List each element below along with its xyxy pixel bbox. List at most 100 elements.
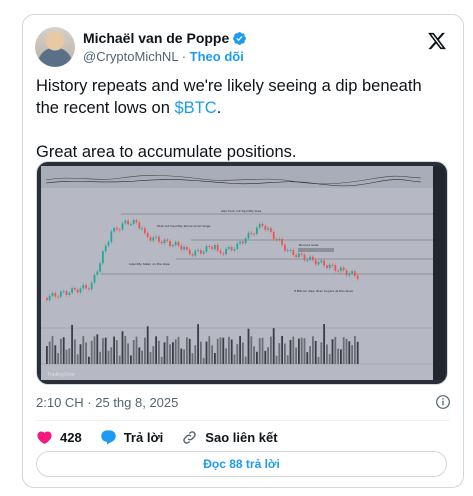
candle <box>51 293 54 296</box>
reply-icon <box>100 429 116 444</box>
volume-bar <box>247 328 250 364</box>
volume-bar <box>211 345 213 364</box>
candle <box>309 256 311 260</box>
candle <box>340 267 342 271</box>
volume-bar <box>250 336 253 364</box>
reply-button[interactable]: Trả lời <box>100 429 163 446</box>
volume-bar <box>132 340 135 364</box>
divider <box>36 420 450 421</box>
candle <box>186 246 188 250</box>
volume-bar <box>46 346 48 364</box>
candle <box>281 239 283 245</box>
info-icon[interactable] <box>435 394 451 410</box>
volume-bar <box>194 345 197 364</box>
volume-bar <box>121 331 124 364</box>
volume-bar <box>62 337 65 364</box>
candle <box>205 246 208 252</box>
candle <box>239 241 241 244</box>
candle <box>211 246 213 250</box>
candle <box>46 298 48 301</box>
post-paragraph-2: Great area to accumulate positions. <box>36 143 297 161</box>
author-block: Michaël van de Poppe @CryptoMichNL · The… <box>83 29 247 66</box>
copy-link-button[interactable]: Sao liên kết <box>181 429 278 446</box>
candle <box>158 236 160 242</box>
candle <box>93 274 96 283</box>
volume-bar <box>216 338 219 364</box>
candle <box>328 264 331 269</box>
candle <box>180 245 183 250</box>
author-handle[interactable]: @CryptoMichNL <box>83 49 178 64</box>
volume-bar <box>54 345 57 364</box>
volume-bar <box>253 346 255 364</box>
candle <box>275 239 278 241</box>
candle <box>132 220 135 224</box>
candle <box>264 225 267 230</box>
candle <box>127 220 129 225</box>
volume-bar <box>88 356 90 364</box>
volume-bar <box>270 336 272 364</box>
candle <box>261 223 264 226</box>
x-logo-icon[interactable] <box>427 31 447 51</box>
chart-annotation-3: Liquidity taken on the lows <box>129 262 170 266</box>
candle <box>141 228 143 230</box>
candle <box>225 248 227 255</box>
candle <box>278 239 281 241</box>
candle <box>166 239 169 241</box>
candle <box>202 251 205 254</box>
volume-bar <box>328 354 331 364</box>
follow-button[interactable]: Theo dõi <box>190 49 244 64</box>
post-timestamp[interactable]: 2:10 CH · 25 thg 8, 2025 <box>36 395 178 410</box>
candle <box>172 245 174 247</box>
author-name[interactable]: Michaël van de Poppe <box>83 29 229 47</box>
volume-bar <box>214 352 216 364</box>
volume-bar <box>130 355 132 364</box>
volume-bar <box>76 354 79 364</box>
candle <box>292 249 295 256</box>
volume-bar <box>116 340 118 364</box>
volume-bar <box>222 337 225 364</box>
cashtag-link[interactable]: $BTC <box>175 99 217 117</box>
volume-bar <box>93 336 96 364</box>
candle <box>208 246 211 248</box>
candle <box>331 264 334 266</box>
heart-icon <box>37 430 52 444</box>
candle <box>163 239 166 244</box>
volume-bar <box>356 341 359 364</box>
candle <box>194 250 197 256</box>
candle <box>272 231 275 240</box>
volume-bar <box>286 355 289 364</box>
handle-separator: · <box>181 49 187 64</box>
volume-bar <box>124 336 127 364</box>
candle <box>314 259 317 265</box>
volume-bar <box>239 336 241 364</box>
read-replies-button[interactable]: Đọc 88 trả lời <box>36 451 447 477</box>
candle <box>242 241 244 244</box>
action-bar: 428 Trả lời Sao liên kết <box>36 427 296 447</box>
volume-bar <box>314 340 317 364</box>
chart-image[interactable]: Also took out liquidity lows Took out li… <box>36 161 448 385</box>
candle <box>351 271 353 274</box>
candle <box>85 285 87 289</box>
candle <box>160 241 163 244</box>
volume-bar <box>284 343 286 364</box>
volume-bar <box>169 344 171 364</box>
chart-canvas: Also took out liquidity lows Took out li… <box>41 166 445 380</box>
volume-bar <box>110 347 113 364</box>
candle <box>244 238 247 244</box>
volume-bar <box>345 338 348 364</box>
candle <box>323 260 325 266</box>
candle <box>247 232 250 239</box>
like-button[interactable]: 428 <box>36 429 82 446</box>
volume-bar <box>183 349 185 364</box>
post-paragraph-1: History repeats and we're likely seeing … <box>36 77 422 117</box>
candle <box>219 250 222 254</box>
volume-bar <box>57 353 59 364</box>
volume-bar <box>256 351 258 364</box>
candle <box>320 260 323 263</box>
candle <box>228 246 230 249</box>
volume-bar <box>118 355 121 364</box>
volume-bar <box>306 352 309 364</box>
avatar[interactable] <box>35 27 75 67</box>
volume-bar <box>337 348 339 364</box>
candle <box>138 222 141 229</box>
